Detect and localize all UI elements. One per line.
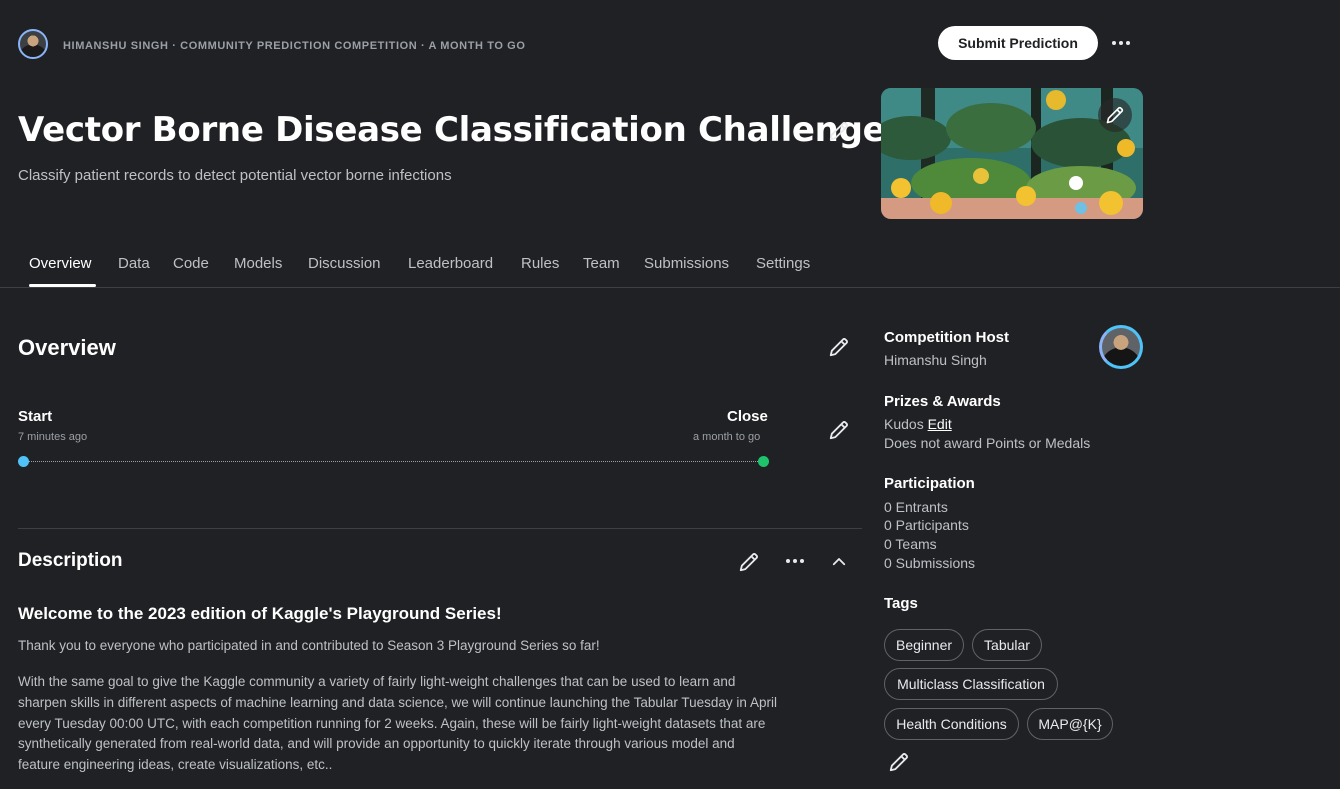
tag-health-conditions[interactable]: Health Conditions: [884, 708, 1019, 740]
host-avatar-small[interactable]: [18, 29, 48, 59]
tags-heading: Tags: [884, 595, 918, 612]
entrants-count: 0 Entrants: [884, 499, 948, 515]
section-divider: [18, 528, 862, 529]
edit-dates-pencil-icon[interactable]: [828, 419, 850, 441]
tab-discussion[interactable]: Discussion: [308, 255, 381, 272]
kudos-line: Kudos Edit: [884, 416, 952, 432]
close-label: Close: [727, 408, 768, 425]
breadcrumb: HIMANSHU SINGH · COMMUNITY PREDICTION CO…: [63, 40, 526, 52]
tab-data[interactable]: Data: [118, 255, 150, 272]
participants-count: 0 Participants: [884, 517, 969, 533]
no-points-text: Does not award Points or Medals: [884, 435, 1091, 451]
host-avatar[interactable]: [1099, 325, 1143, 369]
edit-title-pencil-icon[interactable]: [828, 120, 850, 142]
description-paragraph-1: Thank you to everyone who participated i…: [18, 638, 600, 653]
edit-banner-button[interactable]: [1098, 98, 1132, 132]
description-paragraph-2: With the same goal to give the Kaggle co…: [18, 674, 777, 773]
active-tab-indicator: [29, 284, 96, 287]
tab-rules[interactable]: Rules: [521, 255, 559, 272]
timeline-line: [23, 461, 764, 462]
description-heading: Description: [18, 550, 123, 571]
edit-overview-pencil-icon[interactable]: [828, 336, 850, 358]
tab-overview[interactable]: Overview: [29, 255, 92, 272]
chevron-up-icon[interactable]: [830, 553, 848, 571]
top-bar: HIMANSHU SINGH · COMMUNITY PREDICTION CO…: [0, 0, 1340, 88]
edit-tags-pencil-icon[interactable]: [888, 751, 910, 773]
submissions-count: 0 Submissions: [884, 555, 976, 571]
edit-prizes-link[interactable]: Edit: [928, 416, 952, 432]
host-name: Himanshu Singh: [884, 352, 987, 368]
page-subtitle: Classify patient records to detect poten…: [18, 167, 452, 184]
tag-map-k[interactable]: MAP@{K}: [1027, 708, 1113, 740]
edit-description-pencil-icon[interactable]: [738, 551, 760, 573]
kudos-label: Kudos: [884, 416, 924, 432]
timeline-end-dot: [758, 456, 769, 467]
pencil-icon: [1106, 106, 1124, 124]
tab-submissions[interactable]: Submissions: [644, 255, 729, 272]
more-options-icon[interactable]: [1112, 41, 1130, 45]
overview-heading: Overview: [18, 335, 116, 360]
start-time: 7 minutes ago: [18, 431, 88, 443]
prizes-heading: Prizes & Awards: [884, 393, 1001, 410]
description-welcome-heading: Welcome to the 2023 edition of Kaggle's …: [18, 604, 502, 623]
participation-heading: Participation: [884, 475, 975, 492]
submit-prediction-button[interactable]: Submit Prediction: [938, 26, 1098, 60]
tag-tabular[interactable]: Tabular: [972, 629, 1042, 661]
page-title: Vector Borne Disease Classification Chal…: [18, 110, 886, 150]
tab-models[interactable]: Models: [234, 255, 282, 272]
tab-team[interactable]: Team: [583, 255, 620, 272]
timeline-start-dot: [18, 456, 29, 467]
tag-beginner[interactable]: Beginner: [884, 629, 964, 661]
description-more-icon[interactable]: [786, 559, 804, 563]
tab-settings[interactable]: Settings: [756, 255, 810, 272]
host-heading: Competition Host: [884, 329, 1009, 346]
tab-leaderboard[interactable]: Leaderboard: [408, 255, 493, 272]
tab-code[interactable]: Code: [173, 255, 209, 272]
close-time: a month to go: [693, 431, 761, 443]
tab-bar: Overview Data Code Models Discussion Lea…: [0, 244, 1340, 288]
tag-multiclass-classification[interactable]: Multiclass Classification: [884, 668, 1058, 700]
teams-count: 0 Teams: [884, 536, 937, 552]
start-label: Start: [18, 408, 53, 425]
